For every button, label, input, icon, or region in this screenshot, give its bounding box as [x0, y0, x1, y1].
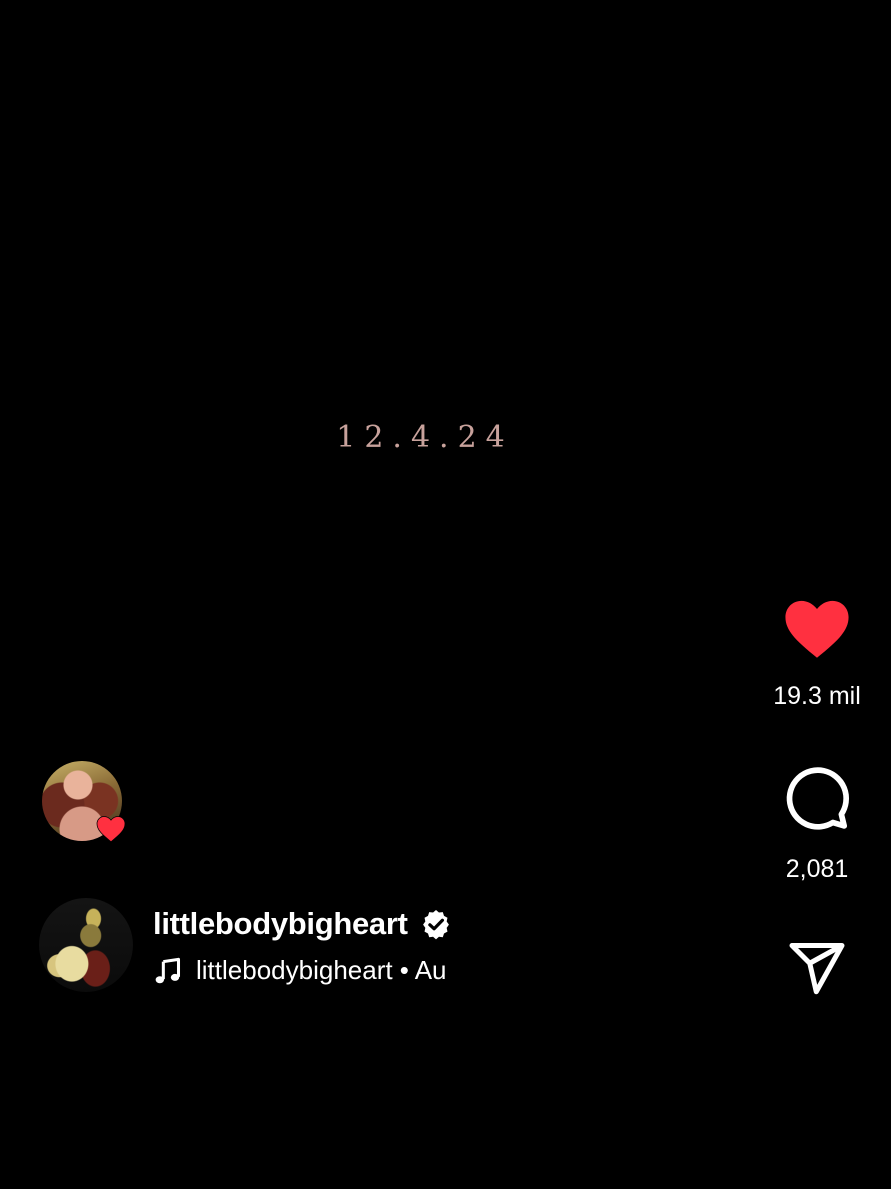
reel-video[interactable]: 12.4.24	[0, 0, 891, 1189]
liked-by-avatar[interactable]	[42, 761, 126, 843]
author-avatar[interactable]	[39, 898, 133, 992]
comment-action[interactable]: 2,081	[762, 765, 872, 884]
comment-icon[interactable]	[782, 765, 852, 833]
music-note-icon	[155, 957, 181, 983]
heart-icon	[96, 816, 126, 843]
like-count: 19.3 mil	[773, 682, 861, 710]
heart-icon[interactable]	[783, 598, 851, 660]
author-name-row: littlebodybigheart	[153, 906, 452, 942]
send-icon[interactable]	[785, 938, 849, 998]
comment-count: 2,081	[785, 855, 849, 883]
audio-text: littlebodybigheart • Au	[196, 955, 447, 985]
author-username[interactable]: littlebodybigheart	[153, 906, 408, 942]
audio-attribution[interactable]: littlebodybigheart • Au	[154, 955, 484, 986]
verified-badge-icon	[422, 910, 449, 940]
like-action[interactable]: 19.3 mil	[762, 598, 872, 711]
share-action[interactable]	[762, 938, 872, 998]
video-overlay-text: 12.4.24	[336, 420, 514, 455]
